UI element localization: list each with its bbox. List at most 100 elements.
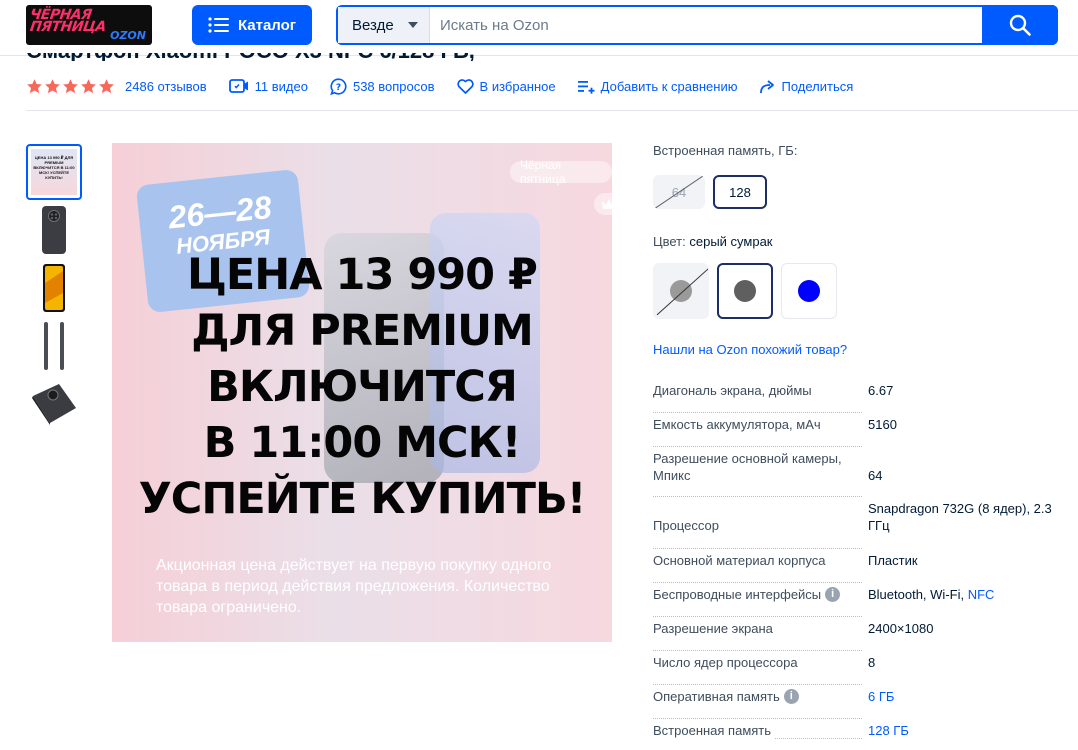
spec-row: Разрешение основной камеры, Мпикс 64 [653, 450, 1073, 500]
product-title: Смартфон Xiaomi POCO X3 NFC 6/128 ГБ, се… [26, 53, 546, 61]
color-option-blue[interactable] [781, 263, 837, 319]
gallery-thumbnails: ЦЕНА 13 990 ₽ ДЛЯ PREMIUM ВКЛЮЧИТСЯ В 11… [26, 144, 82, 434]
color-label: Цвет: серый сумрак [653, 234, 773, 249]
search-scope-label: Везде [352, 16, 394, 34]
spec-key: Емкость аккумулятора, мАч [653, 416, 825, 433]
spec-value: Bluetooth, Wi-Fi, NFC [868, 586, 995, 603]
phone-front-image [43, 264, 65, 312]
header: ЧЁРНАЯ ПЯТНИЦА OZON Каталог Везде [0, 0, 1078, 56]
black-friday-tag: Чёрная пятница [510, 158, 612, 186]
thumbnail-banner[interactable]: ЦЕНА 13 990 ₽ ДЛЯ PREMIUM ВКЛЮЧИТСЯ В 11… [26, 144, 82, 200]
color-option-gray[interactable] [653, 263, 709, 319]
spec-key: Диагональ экрана, дюймы [653, 382, 816, 399]
similar-product-link[interactable]: Нашли на Ozon похожий товар? [653, 342, 1073, 357]
favorite-link[interactable]: В избранное [456, 78, 556, 94]
phone-angle-image [32, 384, 76, 425]
color-value: серый сумрак [689, 234, 773, 249]
videos-link[interactable]: 11 видео [228, 78, 308, 94]
color-swatch [670, 280, 692, 302]
search-scope-select[interactable]: Везде [338, 7, 430, 43]
thumbnail-phone-side[interactable] [26, 318, 82, 374]
spec-row: Беспроводные интерфейсы i Bluetooth, Wi-… [653, 586, 1073, 620]
svg-text:?: ? [336, 83, 341, 93]
compare-list-icon [577, 80, 595, 94]
color-option-dark-gray[interactable] [717, 263, 773, 319]
specs-list: Диагональ экрана, дюймы 6.67 Емкость акк… [653, 382, 1073, 742]
main-product-image[interactable]: 26—28 НОЯБРЯ Чёрная пятница ЦЕНА 13 990 … [112, 143, 612, 642]
promo-headline: ЦЕНА 13 990 ₽ ДЛЯ PREMIUM ВКЛЮЧИТСЯ В 11… [138, 250, 587, 524]
star-icon [81, 78, 96, 93]
share-link[interactable]: Поделиться [759, 79, 853, 94]
meta-divider [26, 110, 1078, 111]
spec-key: Встроенная память [653, 722, 776, 739]
caret-down-icon [407, 22, 418, 28]
star-icon [63, 78, 78, 93]
spec-value: 8 [868, 655, 876, 670]
search-button[interactable] [982, 5, 1058, 45]
share-arrow-icon [760, 79, 775, 93]
spec-value: 5160 [868, 417, 897, 432]
spec-row: Число ядер процессора 8 [653, 654, 1073, 688]
spec-key: Разрешение основной камеры, Мпикс [653, 450, 858, 484]
search-bar: Везде [336, 5, 1058, 45]
product-options-panel: Встроенная память, ГБ: 64 128 Цвет: серы… [653, 143, 1073, 742]
star-icon [45, 78, 60, 93]
spec-key: Число ядер процессора [653, 654, 802, 671]
spec-key: Оперативная память i [653, 688, 803, 705]
info-icon[interactable]: i [783, 689, 799, 704]
spec-key: Разрешение экрана [653, 620, 777, 637]
info-icon[interactable]: i [825, 587, 841, 602]
spec-value: Snapdragon 732G (8 ядер), 2.3 ГГц [868, 501, 1052, 533]
spec-key: Основной материал корпуса [653, 552, 830, 569]
menu-list-icon [208, 17, 229, 33]
catalog-button[interactable]: Каталог [192, 5, 312, 45]
memory-options: 64 128 [653, 175, 1073, 209]
thumbnail-phone-angle[interactable] [26, 376, 82, 432]
thumbnail-phone-front[interactable] [26, 260, 82, 316]
spec-key: Беспроводные интерфейсы i [653, 586, 845, 603]
memory-option-128[interactable]: 128 [713, 175, 767, 209]
search-icon [1009, 14, 1031, 36]
reviews-link[interactable]: 2486 отзывов [125, 79, 207, 94]
heart-icon [456, 78, 474, 94]
question-bubble-icon: ? [330, 77, 347, 95]
spec-value: 6.67 [868, 383, 894, 398]
memory-label: Встроенная память, ГБ: [653, 143, 798, 158]
search-input[interactable] [440, 7, 980, 43]
black-friday-logo[interactable]: ЧЁРНАЯ ПЯТНИЦА OZON [26, 5, 152, 45]
spec-value: 2400×1080 [868, 621, 934, 636]
rating-stars[interactable] [26, 78, 115, 95]
spec-value: Пластик [868, 553, 918, 568]
spec-value-link[interactable]: 128 ГБ [868, 722, 1068, 742]
spec-row: Оперативная память i 6 ГБ [653, 688, 1073, 722]
color-options [653, 263, 1073, 319]
compare-link[interactable]: Добавить к сравнению [577, 79, 737, 94]
star-icon [27, 78, 42, 93]
crown-icon [602, 199, 612, 209]
spec-value-link[interactable]: 6 ГБ [868, 688, 1068, 722]
spec-row: Встроенная память 128 ГБ [653, 722, 1073, 742]
video-icon [228, 79, 248, 93]
spec-value: 64 [868, 468, 883, 483]
questions-link[interactable]: ? 538 вопросов [330, 77, 435, 95]
catalog-label: Каталог [237, 16, 297, 34]
memory-option-64[interactable]: 64 [653, 175, 705, 209]
thumbnail-banner-text: ЦЕНА 13 990 ₽ ДЛЯ PREMIUM ВКЛЮЧИТСЯ В 11… [31, 149, 77, 195]
crown-badge [594, 193, 612, 215]
promo-note: Акционная цена действует на первую покуп… [156, 557, 552, 616]
product-title-clipped: Смартфон Xiaomi POCO X3 NFC 6/128 ГБ, се… [26, 53, 546, 61]
spec-row: Разрешение экрана 2400×1080 [653, 620, 1073, 654]
star-icon [99, 78, 114, 93]
thumbnail-phone-back[interactable] [26, 202, 82, 258]
spec-row: Диагональ экрана, дюймы 6.67 [653, 382, 1073, 416]
product-meta-row: 2486 отзывов 11 видео ? 538 вопросов В и… [26, 75, 875, 97]
spec-row: Основной материал корпуса Пластик [653, 552, 1073, 586]
spec-row: Емкость аккумулятора, мАч 5160 [653, 416, 1073, 450]
spec-row: Процессор Snapdragon 732G (8 ядер), 2.3 … [653, 500, 1073, 552]
nfc-link[interactable]: NFC [968, 586, 995, 603]
phone-side-image [44, 322, 64, 370]
color-swatch [798, 280, 820, 302]
phone-back-image [42, 206, 66, 254]
color-swatch [734, 280, 756, 302]
spec-key: Процессор [653, 517, 723, 534]
